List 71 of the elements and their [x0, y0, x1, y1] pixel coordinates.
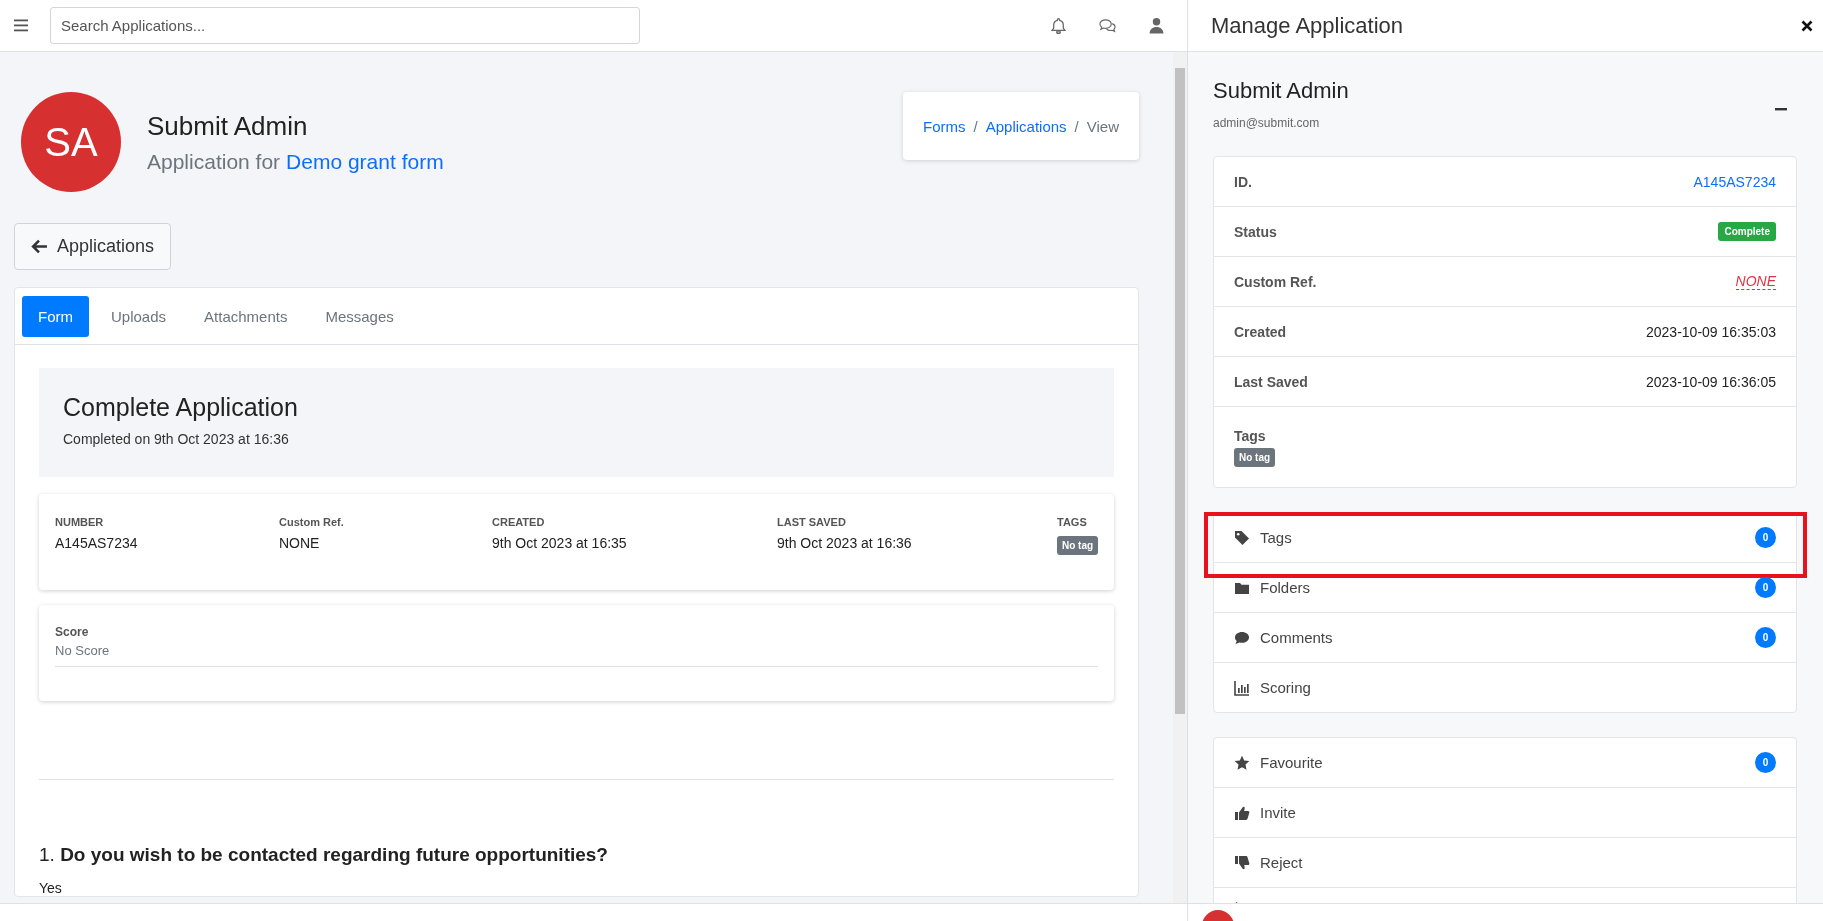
- detail-label: Status: [1234, 223, 1277, 240]
- detail-label: Created: [1234, 323, 1287, 340]
- action-item[interactable]: Invite: [1214, 788, 1796, 837]
- count-badge: 0: [1755, 627, 1776, 648]
- action-item[interactable]: Comments 0: [1214, 613, 1796, 662]
- count-badge: 0: [1755, 577, 1776, 598]
- question-text: 1. Do you wish to be contacted regarding future opportunities?: [39, 844, 609, 866]
- field-label: LAST SAVED: [777, 516, 847, 528]
- field-value: 9th Oct 2023 at 16:36: [777, 535, 913, 551]
- field-label: CREATED: [492, 516, 546, 528]
- panel-title: Manage Application: [1211, 12, 1404, 39]
- action-item[interactable]: Scoring: [1214, 663, 1796, 712]
- answer-text: Yes: [39, 880, 63, 896]
- chat-icon[interactable]: [1099, 17, 1116, 34]
- field-value: NONE: [279, 535, 321, 551]
- bar-chart-icon: [1234, 679, 1250, 696]
- detail-label: Custom Ref.: [1234, 273, 1317, 290]
- subtitle: Application for: [147, 149, 281, 174]
- breadcrumb-link[interactable]: Applications: [985, 117, 1067, 135]
- action-item[interactable]: Tags 0: [1214, 513, 1796, 562]
- field-value: 9th Oct 2023 at 16:35: [492, 535, 628, 551]
- star-icon: [1234, 754, 1250, 771]
- form-link[interactable]: Demo grant form: [286, 149, 444, 174]
- user-email: admin@submit.com: [1213, 116, 1321, 130]
- breadcrumb-current: View: [1086, 117, 1119, 135]
- field-value: A145AS7234: [55, 535, 139, 551]
- score-value: No Score: [55, 643, 1098, 667]
- action-item[interactable]: Folders 0: [1214, 563, 1796, 612]
- detail-label: ID.: [1234, 173, 1252, 190]
- speech-bubble-icon: [1234, 629, 1250, 646]
- breadcrumb-separator: /: [1074, 117, 1079, 135]
- id-link[interactable]: A145AS7234: [1693, 173, 1776, 190]
- detail-label: Tags: [1234, 427, 1266, 444]
- field-label: Custom Ref.: [279, 516, 345, 528]
- user-icon[interactable]: [1148, 17, 1165, 34]
- thumbs-down-icon: [1234, 854, 1250, 871]
- count-badge: 0: [1755, 527, 1776, 548]
- breadcrumb-link[interactable]: Forms: [923, 117, 966, 135]
- detail-label: Last Saved: [1234, 373, 1308, 390]
- bell-icon[interactable]: [1050, 17, 1067, 34]
- tab[interactable]: Uploads: [95, 295, 183, 337]
- thumbs-up-icon: [1234, 804, 1250, 821]
- tag-badge: No tag: [1057, 536, 1099, 555]
- action-item[interactable]: Reject: [1214, 838, 1796, 887]
- field-label: TAGS: [1057, 516, 1088, 528]
- action-item[interactable]: Favourite 0: [1214, 738, 1796, 787]
- detail-value: 2023-10-09 16:35:03: [1646, 323, 1776, 340]
- user-name: Submit Admin: [1213, 78, 1349, 104]
- tab[interactable]: Form: [22, 295, 89, 337]
- breadcrumb-separator: /: [973, 117, 978, 135]
- scrollbar[interactable]: [1173, 52, 1187, 903]
- close-icon[interactable]: [1801, 19, 1813, 32]
- tag-icon: [1234, 529, 1250, 546]
- tab[interactable]: Messages: [309, 295, 410, 337]
- applicant-name: Submit Admin: [147, 110, 309, 142]
- search-field[interactable]: Search Applications...: [50, 7, 640, 44]
- summary-subtitle: Completed on 9th Oct 2023 at 16:36: [63, 431, 290, 447]
- tab[interactable]: Attachments: [188, 295, 304, 337]
- status-badge: Complete: [1718, 222, 1776, 241]
- score-label: Score: [55, 625, 90, 639]
- avatar: SA: [21, 92, 121, 192]
- editable-value[interactable]: NONE: [1735, 273, 1776, 290]
- menu-icon[interactable]: [14, 19, 28, 32]
- count-badge: 0: [1755, 752, 1776, 773]
- collapse-icon[interactable]: [1775, 107, 1787, 111]
- tag-badge: No tag: [1234, 447, 1276, 467]
- detail-value: 2023-10-09 16:36:05: [1646, 373, 1776, 390]
- field-label: NUMBER: [55, 516, 105, 528]
- back-button[interactable]: Applications: [14, 223, 172, 270]
- summary-title: Complete Application: [63, 393, 299, 422]
- arrow-left-icon: [31, 239, 48, 254]
